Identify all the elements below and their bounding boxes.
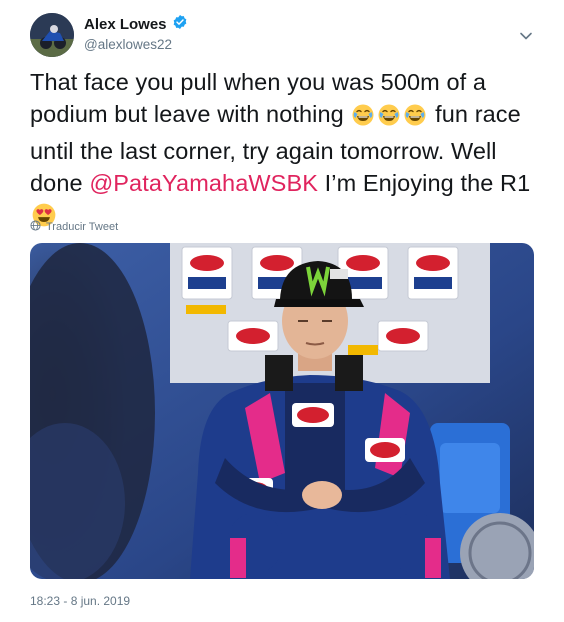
tears-of-joy-emoji-icon [351,103,375,135]
avatar[interactable] [30,13,74,57]
tears-of-joy-emoji-icon [377,103,401,135]
timestamp[interactable]: 18:23 - 8 jun. 2019 [30,594,130,608]
tweet-text: That face you pull when you was 500m of … [30,66,540,236]
rider-photo [30,243,534,579]
verified-badge-icon [172,14,188,35]
translate-label: Traducir Tweet [46,221,119,233]
tweet-text-part3: I’m Enjoying the R1 [318,170,531,196]
name-row: Alex Lowes [84,14,188,35]
handle[interactable]: @alexlowes22 [84,37,172,52]
display-name[interactable]: Alex Lowes [84,16,167,33]
mention-link[interactable]: @PataYamahaWSBK [89,170,318,196]
globe-icon [30,220,41,234]
avatar-image [30,13,74,57]
chevron-down-icon[interactable] [516,26,536,46]
tweet-card: Alex Lowes @alexlowes22 That face you pu… [0,0,564,622]
tweet-photo[interactable] [30,243,534,579]
translate-link[interactable]: Traducir Tweet [30,220,118,234]
tears-of-joy-emoji-icon [403,103,427,135]
